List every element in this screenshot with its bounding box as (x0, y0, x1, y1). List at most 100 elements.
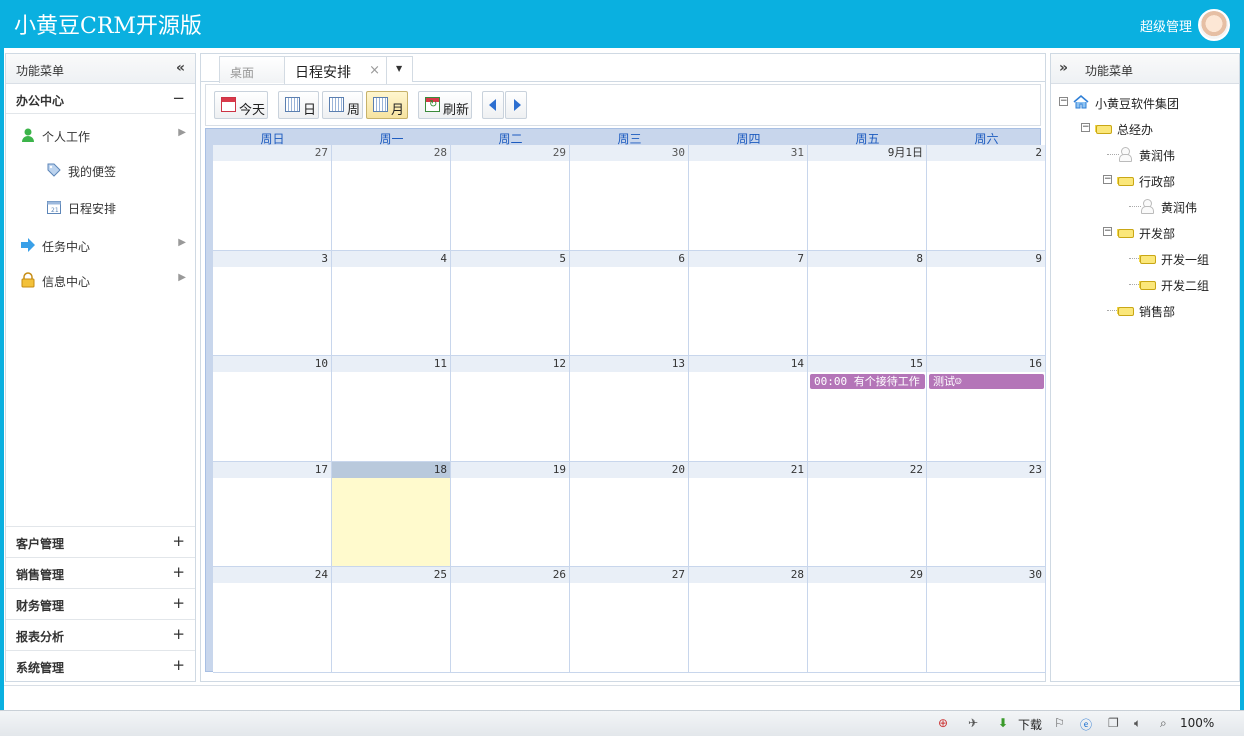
calendar-day-cell[interactable]: 22 (808, 461, 927, 568)
calendar-day-cell[interactable]: 6 (570, 250, 689, 357)
avatar[interactable] (1198, 9, 1230, 41)
calendar-day-cell[interactable]: 17 (213, 461, 332, 568)
tree-node[interactable]: 开发二组 (1125, 274, 1237, 294)
collapse-left-icon[interactable]: « (176, 60, 185, 76)
calendar-day-cell[interactable]: 26 (451, 567, 570, 673)
zoom-level[interactable]: 100% (1180, 716, 1214, 730)
week-view-button[interactable]: 周 (322, 91, 363, 119)
calendar-day-cell[interactable]: 27 (570, 567, 689, 673)
calendar-day-cell[interactable]: 16 (927, 356, 1046, 462)
tree-node[interactable]: − 行政部 (1103, 170, 1237, 190)
tree-node[interactable]: 销售部 (1103, 300, 1237, 320)
close-icon[interactable]: × (369, 63, 380, 78)
window-icon[interactable]: ❐ (1108, 716, 1119, 730)
pin-icon[interactable]: ✈ (968, 716, 978, 730)
today-label: 今天 (239, 103, 266, 118)
calendar-day-cell[interactable]: 2 (927, 145, 1046, 251)
calendar-day-cell[interactable]: 10 (213, 356, 332, 462)
day-number: 10 (213, 356, 331, 373)
calendar-day-cell[interactable]: 9 (927, 250, 1046, 357)
today-button[interactable]: 今天 (214, 91, 268, 119)
calendar-day-cell[interactable]: 29 (451, 145, 570, 251)
month-view-button[interactable]: 月 (366, 91, 408, 119)
ie-icon[interactable]: ⓔ (1080, 716, 1092, 733)
tab-desktop[interactable]: 桌面 (219, 56, 285, 83)
calendar-day-cell[interactable]: 9月1日 (808, 145, 927, 251)
group-finance[interactable]: 财务管理 + (6, 588, 195, 619)
refresh-button[interactable]: 刷新 (418, 91, 472, 119)
day-number: 24 (213, 567, 331, 584)
nav-item-personal-work[interactable]: 个人工作 ▶ (20, 124, 190, 146)
calendar-day-cell[interactable]: 23 (927, 461, 1046, 568)
download-label[interactable]: 下载 (1018, 716, 1042, 733)
minus-icon[interactable]: − (172, 89, 185, 107)
calendar-day-cell[interactable]: 5 (451, 250, 570, 357)
calendar-day-cell[interactable]: 29 (808, 567, 927, 673)
calendar-event[interactable]: 测试☺ (929, 374, 1044, 390)
group-customer[interactable]: 客户管理 + (6, 526, 195, 557)
calendar-day-cell[interactable]: 18 (332, 461, 451, 568)
day-number: 19 (451, 461, 569, 478)
group-office[interactable]: 办公中心 − (6, 84, 195, 114)
speaker-icon[interactable]: 🔈︎ (1134, 716, 1141, 731)
collapse-toggle-icon[interactable]: − (1103, 227, 1112, 236)
next-month-button[interactable] (505, 91, 527, 119)
group-system[interactable]: 系统管理 + (6, 650, 195, 681)
calendar-day-cell[interactable]: 27 (213, 145, 332, 251)
tab-menu-button[interactable]: ▼ (386, 56, 413, 82)
expand-icon[interactable]: » (1059, 60, 1068, 76)
month-label: 月 (391, 103, 405, 118)
calendar-day-cell[interactable]: 20 (570, 461, 689, 568)
calendar-day-cell[interactable]: 7 (689, 250, 808, 357)
calendar-day-cell[interactable]: 14 (689, 356, 808, 462)
plus-icon[interactable]: + (172, 594, 185, 612)
calendar-day-cell[interactable]: 11 (332, 356, 451, 462)
nav-item-task-center[interactable]: 任务中心 ▶ (20, 234, 190, 256)
calendar-day-cell[interactable]: 19 (451, 461, 570, 568)
plus-icon[interactable]: + (172, 625, 185, 643)
flag-icon[interactable]: ⚐ (1054, 716, 1065, 730)
calendar-day-cell[interactable]: 28 (689, 567, 808, 673)
user-name[interactable]: 超级管理 (1140, 16, 1192, 35)
calendar-day-cell[interactable]: 25 (332, 567, 451, 673)
zoom-icon[interactable]: ⌕ (1160, 716, 1167, 731)
prev-month-button[interactable] (482, 91, 504, 119)
calendar-day-cell[interactable]: 28 (332, 145, 451, 251)
calendar-day-cell[interactable]: 4 (332, 250, 451, 357)
tree-node-label: 小黄豆软件集团 (1095, 97, 1180, 111)
calendar-day-cell[interactable]: 21 (689, 461, 808, 568)
plus-icon[interactable]: + (172, 532, 185, 550)
nav-item-schedule[interactable]: 21 日程安排 (46, 196, 186, 218)
calendar-day-cell[interactable]: 30 (927, 567, 1046, 673)
nav-item-message-center[interactable]: 信息中心 ▶ (20, 269, 190, 291)
calendar-day-cell[interactable]: 31 (689, 145, 808, 251)
day-view-button[interactable]: 日 (278, 91, 319, 119)
calendar-day-cell[interactable]: 12 (451, 356, 570, 462)
tree-node[interactable]: 开发一组 (1125, 248, 1237, 268)
download-icon[interactable]: ⬇ (998, 716, 1008, 730)
plus-icon[interactable]: + (172, 656, 185, 674)
calendar-day-cell[interactable]: 30 (570, 145, 689, 251)
collapse-toggle-icon[interactable]: − (1081, 123, 1090, 132)
group-sales[interactable]: 销售管理 + (6, 557, 195, 588)
tree-node[interactable]: − 总经办 (1081, 118, 1237, 138)
calendar-day-cell[interactable]: 13 (570, 356, 689, 462)
chevron-down-icon: ▼ (396, 64, 403, 73)
tree-node[interactable]: − 开发部 (1103, 222, 1237, 242)
calendar-day-cell[interactable]: 3 (213, 250, 332, 357)
plus-icon[interactable]: + (172, 563, 185, 581)
plus-icon[interactable]: ⊕ (938, 716, 948, 730)
tree-node[interactable]: 黄润伟 (1103, 144, 1237, 164)
tree-node[interactable]: 黄润伟 (1125, 196, 1237, 216)
calendar-event[interactable]: 00:00 有个接待工作 (810, 374, 925, 390)
group-reports[interactable]: 报表分析 + (6, 619, 195, 650)
folder-icon (1139, 250, 1156, 266)
tree-node[interactable]: − 小黄豆软件集团 (1059, 92, 1237, 112)
calendar-day-cell[interactable]: 15 (808, 356, 927, 462)
calendar-day-cell[interactable]: 8 (808, 250, 927, 357)
nav-item-my-notes[interactable]: 我的便签 (46, 159, 186, 181)
collapse-toggle-icon[interactable]: − (1059, 97, 1068, 106)
calendar-day-cell[interactable]: 24 (213, 567, 332, 673)
tab-schedule[interactable]: 日程安排 × (284, 56, 387, 84)
collapse-toggle-icon[interactable]: − (1103, 175, 1112, 184)
